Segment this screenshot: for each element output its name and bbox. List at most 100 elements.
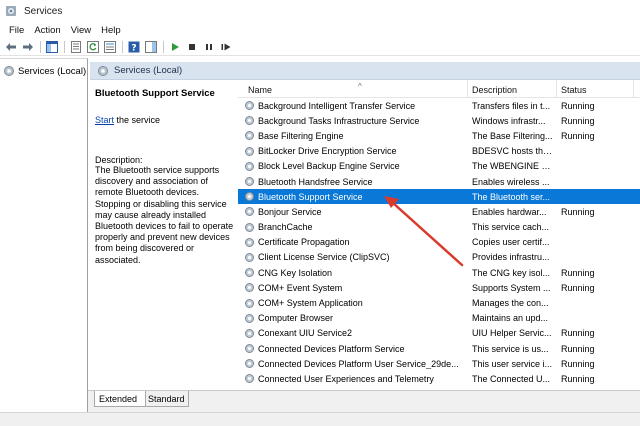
- service-row[interactable]: Client License Service (ClipSVC) Provides…: [238, 250, 640, 265]
- service-row[interactable]: Certificate Propagation Copies user certi…: [238, 235, 640, 250]
- show-hide-console-tree-icon[interactable]: [45, 40, 58, 53]
- service-rows: Background Intelligent Transfer Service T…: [238, 98, 640, 390]
- service-row[interactable]: Block Level Backup Engine Service The WBE…: [238, 159, 640, 174]
- service-name: Background Intelligent Transfer Service: [258, 100, 416, 111]
- service-name-cell: Client License Service (ClipSVC): [244, 252, 468, 263]
- service-row[interactable]: Connected Devices Platform Service This s…: [238, 341, 640, 356]
- service-row[interactable]: BitLocker Drive Encryption Service BDESVC…: [238, 144, 640, 159]
- service-row[interactable]: Bluetooth Handsfree Service Enables wirel…: [238, 174, 640, 189]
- menu-action[interactable]: Action: [29, 25, 65, 36]
- service-name-cell: Block Level Backup Engine Service: [244, 161, 468, 172]
- service-name-cell: Conexant UIU Service2: [244, 328, 468, 339]
- stop-service-icon[interactable]: [185, 40, 198, 53]
- service-description: This user service i...: [472, 358, 553, 369]
- restart-service-icon[interactable]: [219, 40, 232, 53]
- selected-service-title: Bluetooth Support Service: [95, 88, 215, 99]
- service-description: This service is us...: [472, 343, 549, 354]
- description-text: The Bluetooth service supports discovery…: [95, 165, 234, 265]
- menu-bar: File Action View Help: [0, 22, 640, 38]
- service-gear-icon: [245, 328, 254, 338]
- refresh-icon[interactable]: [86, 40, 99, 53]
- column-header-description[interactable]: Description: [468, 80, 557, 98]
- menu-help[interactable]: Help: [96, 25, 126, 36]
- service-name: Block Level Backup Engine Service: [258, 161, 400, 172]
- service-name-cell: Bonjour Service: [244, 206, 468, 217]
- service-gear-icon: [245, 222, 254, 232]
- service-name-cell: COM+ System Application: [244, 298, 468, 309]
- tab-extended[interactable]: Extended: [94, 391, 146, 407]
- service-row[interactable]: Base Filtering Engine The Base Filtering.…: [238, 128, 640, 143]
- pause-service-icon[interactable]: [202, 40, 215, 53]
- menu-file[interactable]: File: [4, 25, 29, 36]
- service-status: Running: [561, 267, 595, 278]
- service-gear-icon: [245, 237, 254, 247]
- toolbar-separator: [40, 40, 41, 53]
- service-row[interactable]: Background Intelligent Transfer Service T…: [238, 98, 640, 113]
- service-row[interactable]: Conexant UIU Service2 UIU Helper Servic..…: [238, 326, 640, 341]
- service-gear-icon: [245, 252, 254, 262]
- service-status: Running: [561, 343, 595, 354]
- back-arrow-icon[interactable]: [4, 40, 17, 53]
- service-description: BDESVC hosts the...: [472, 146, 555, 157]
- tree-node-services-local[interactable]: Services (Local): [0, 62, 87, 80]
- service-gear-icon: [245, 374, 254, 384]
- service-gear-icon: [245, 101, 254, 111]
- service-description: The Bluetooth ser...: [472, 191, 551, 202]
- tab-standard[interactable]: Standard: [143, 391, 189, 407]
- help-icon[interactable]: ?: [127, 40, 140, 53]
- start-service-line: Start the service: [95, 115, 233, 125]
- service-row-selected[interactable]: Bluetooth Support Service The Bluetooth s…: [238, 189, 640, 205]
- sort-ascending-icon: ^: [358, 82, 362, 91]
- service-row[interactable]: COM+ Event System Supports System ... Runn…: [238, 280, 640, 295]
- service-name: COM+ Event System: [258, 282, 343, 293]
- service-name-cell: COM+ Event System: [244, 282, 468, 293]
- service-gear-icon: [245, 313, 254, 323]
- service-status: Running: [561, 358, 595, 369]
- properties-icon[interactable]: [69, 40, 82, 53]
- service-row[interactable]: BranchCache This service cach...: [238, 220, 640, 235]
- list-header: ^ Name Description Status: [238, 80, 640, 98]
- service-row[interactable]: Computer Browser Maintains an upd...: [238, 311, 640, 326]
- service-row[interactable]: COM+ System Application Manages the con..…: [238, 295, 640, 310]
- service-status: Running: [561, 328, 595, 339]
- service-description: Enables wireless ...: [472, 176, 550, 187]
- service-name-cell: Certificate Propagation: [244, 237, 468, 248]
- column-header-status[interactable]: Status: [557, 80, 634, 98]
- service-name-cell: Connected User Experiences and Telemetry: [244, 373, 468, 384]
- start-service-icon[interactable]: [168, 40, 181, 53]
- service-status: Running: [561, 373, 595, 384]
- service-row[interactable]: Connected Devices Platform User Service_…: [238, 356, 640, 371]
- tree-label: Services (Local): [18, 65, 87, 77]
- view-tabs: Extended Standard: [88, 390, 640, 412]
- title-bar: Services: [0, 0, 640, 22]
- menu-view[interactable]: View: [66, 25, 96, 36]
- service-name: Background Tasks Infrastructure Service: [258, 115, 420, 126]
- show-action-pane-icon[interactable]: [144, 40, 157, 53]
- service-name: Connected Devices Platform User Service_…: [258, 358, 459, 369]
- start-service-link[interactable]: Start: [95, 115, 114, 125]
- service-name-cell: Background Intelligent Transfer Service: [244, 100, 468, 111]
- services-header: Services (Local): [90, 62, 640, 80]
- service-row[interactable]: Bonjour Service Enables hardwar... Running: [238, 204, 640, 219]
- service-name-cell: BranchCache: [244, 222, 468, 233]
- service-name: Bluetooth Support Service: [258, 191, 363, 202]
- start-service-suffix: the service: [114, 115, 161, 125]
- service-status: Running: [561, 100, 595, 111]
- description-heading: Description:: [95, 155, 143, 165]
- window-title: Services: [24, 5, 63, 17]
- service-row[interactable]: CNG Key Isolation The CNG key isol... Runn…: [238, 265, 640, 280]
- service-row[interactable]: Connected User Experiences and Telemetry…: [238, 371, 640, 386]
- console-tree: Services (Local): [0, 58, 88, 412]
- service-status: Running: [561, 282, 595, 293]
- forward-arrow-icon[interactable]: [21, 40, 34, 53]
- service-name: CNG Key Isolation: [258, 267, 333, 278]
- service-gear-icon: [245, 268, 254, 278]
- service-name: Conexant UIU Service2: [258, 328, 353, 339]
- toolbar-separator: [64, 40, 65, 53]
- service-description: Manages the con...: [472, 298, 549, 309]
- column-header-name[interactable]: ^ Name: [244, 80, 468, 98]
- service-name: BitLocker Drive Encryption Service: [258, 146, 397, 157]
- service-status: Running: [561, 130, 595, 141]
- export-list-icon[interactable]: [103, 40, 116, 53]
- service-row[interactable]: Background Tasks Infrastructure Service W…: [238, 113, 640, 128]
